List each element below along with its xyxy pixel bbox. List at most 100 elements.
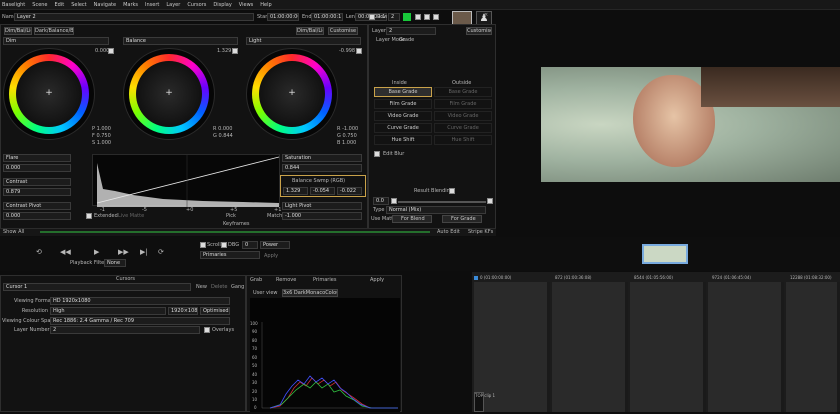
layer-customise-dropdown[interactable]: Customise [466,27,492,35]
timeline-clip-1[interactable] [552,282,628,412]
menu-item-navigate[interactable]: Navigate [94,2,116,8]
for-blend-button[interactable]: For Blend [392,215,432,223]
scope-apply-button[interactable]: Apply [370,277,384,283]
viewing-format-dropdown[interactable]: HD 1920x1080 [50,297,230,305]
contrast-pivot-value[interactable]: 0.000 [3,212,71,220]
start-field[interactable]: 01:00:00:00 [267,13,299,21]
timeline-clip-3[interactable] [708,282,784,412]
outside-film-grade[interactable]: Film Grade [434,99,492,109]
outside-video-grade[interactable]: Video Grade [434,111,492,121]
timeline-clip-4[interactable] [786,282,840,412]
close-icon[interactable]: × [484,12,488,18]
scope-primaries-dropdown[interactable]: Primaries [313,277,336,283]
stripe-kfs-label[interactable]: Stripe KFs [468,229,493,235]
overlays-checkbox[interactable] [204,327,210,333]
cursor-gang-button[interactable]: Gang [231,284,244,290]
wheel-dim-reset-icon[interactable] [108,48,114,54]
balance-swamp-r[interactable]: 1.329 [283,187,308,195]
show-all-label[interactable]: Show All [3,229,24,235]
name-field[interactable]: Layer 2 [14,13,254,21]
balance-swamp-b[interactable]: -0.022 [337,187,362,195]
type-dropdown[interactable]: Normal (Mix) [386,206,486,214]
wheel-light-reset-icon[interactable] [356,48,362,54]
loop-icon[interactable]: ⟳ [158,248,164,256]
menu-item-views[interactable]: Views [239,2,253,8]
blend-reset-icon[interactable] [391,198,397,204]
end-field[interactable]: 01:00:00:11 [311,13,343,21]
blend-value[interactable]: 0.0 [373,197,389,205]
next-shot-icon[interactable]: ▶| [140,248,148,256]
wheel-balance-value[interactable]: 1.329 [217,48,231,54]
apply-label[interactable]: Apply [264,253,278,259]
wheel-balance-reset-icon[interactable] [232,48,238,54]
toggle-b-icon[interactable] [424,14,430,20]
blend-slider[interactable] [398,201,486,203]
outside-curve-grade[interactable]: Curve Grade [434,123,492,133]
menu-item-help[interactable]: Help [260,2,271,8]
dbg-checkbox[interactable] [221,242,227,248]
menu-item-marks[interactable]: Marks [123,2,138,8]
menu-item-insert[interactable]: Insert [145,2,159,8]
outside-hue-shift[interactable]: Hue Shift [434,135,492,145]
inside-film-grade[interactable]: Film Grade [374,99,432,109]
scope-graph[interactable] [250,298,400,412]
scope-tab[interactable]: 3x6 DarkMonacoColour [282,289,338,297]
cursor-dropdown[interactable]: Cursor 1 [3,283,191,291]
layer-field[interactable]: 2 [386,27,436,35]
play-icon[interactable]: ▶ [94,248,99,256]
timeline-clip-2[interactable] [630,282,706,412]
viewer-image[interactable] [541,67,840,182]
tab-dark-balance-bright[interactable]: Dark/Balance/Bright [34,27,74,35]
cursor-new-button[interactable]: New [196,284,207,290]
operator-mode-dropdown[interactable]: Customise [328,27,358,35]
resolution-optimised-dropdown[interactable]: Optimised [200,307,230,315]
menu-item-edit[interactable]: Edit [55,2,65,8]
primaries-dropdown[interactable]: Primaries [200,251,260,259]
menu-item-cursors[interactable]: Cursors [187,2,206,8]
menu-item-scene[interactable]: Scene [32,2,47,8]
tab-dim-bal-light[interactable]: Dim/Bal/Light [4,27,32,35]
saturation-value[interactable]: 0.844 [282,164,362,172]
dbg-field[interactable]: 0 [242,241,258,249]
step-forward-icon[interactable]: ▶▶ [118,248,129,256]
inside-hue-shift[interactable]: Hue Shift [374,135,432,145]
operator-name[interactable]: Dim/Bal/Light [296,27,324,35]
flare-value[interactable]: 0.000 [3,164,71,172]
outside-base-grade[interactable]: Base Grade [434,87,492,97]
timeline-thumbnail[interactable] [642,244,688,264]
pick-button[interactable]: Pick [226,213,236,219]
remove-button[interactable]: Remove [276,277,296,283]
extended-checkbox[interactable] [86,213,92,219]
auto-edit-label[interactable]: Auto Edit [437,229,460,235]
inside-curve-grade[interactable]: Curve Grade [374,123,432,133]
edit-blur-checkbox[interactable] [374,151,380,157]
scroll-checkbox[interactable] [200,242,206,248]
menu-item-select[interactable]: Select [71,2,86,8]
balance-swamp-g[interactable]: -0.054 [310,187,335,195]
step-back-icon[interactable]: ◀◀ [60,248,71,256]
menu-item-display[interactable]: Display [213,2,231,8]
viewing-colour-space-dropdown[interactable]: Rec 1886: 2.4 Gamma / Rec 709 [50,317,230,325]
match-button[interactable]: Match [267,213,282,219]
for-grade-button[interactable]: For Grade [442,215,482,223]
cursor-delete-button[interactable]: Delete [211,284,227,290]
row-checkbox[interactable] [369,14,375,20]
layer-mode-value[interactable]: Grade [399,37,414,43]
resolution-size-field[interactable]: 1920×1080 [168,307,198,315]
timeline-scrubber[interactable] [40,231,430,233]
wheel-light-value[interactable]: -0.998 [339,48,355,54]
prev-shot-icon[interactable]: ⟲ [36,248,42,256]
live-matte-label[interactable]: Live Matte [118,213,144,219]
power-dropdown[interactable]: Power [260,241,290,249]
playback-filter-dropdown[interactable]: None [104,259,126,267]
row-field[interactable]: 2 [388,13,400,21]
blend-key-icon[interactable] [487,198,493,204]
inside-video-grade[interactable]: Video Grade [374,111,432,121]
contrast-value[interactable]: 0.879 [3,188,71,196]
inside-base-grade[interactable]: Base Grade [374,87,432,97]
resolution-dropdown[interactable]: High [50,307,166,315]
green-status-icon[interactable] [403,13,411,21]
menu-item-baselight[interactable]: Baselight [2,2,25,8]
tone-curve-graph[interactable] [92,154,280,207]
toggle-c-icon[interactable] [433,14,439,20]
